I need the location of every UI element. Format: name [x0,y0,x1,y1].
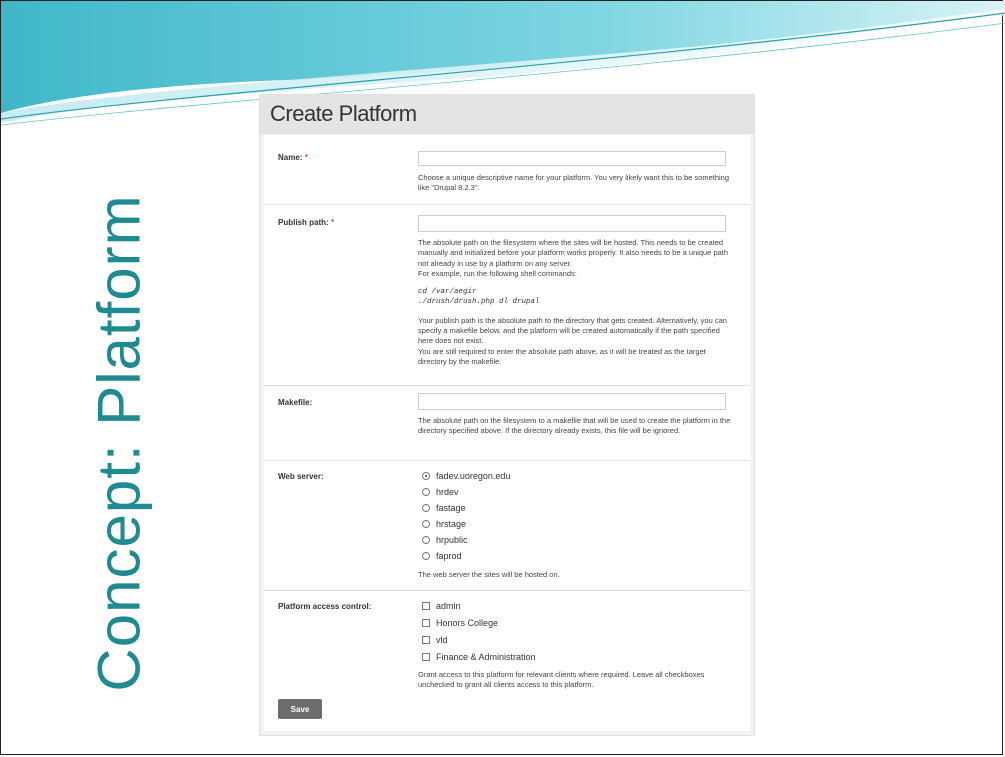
radio-button[interactable] [422,472,430,480]
web-server-option-label: hrpublic [436,535,468,545]
makefile-label: Makefile: [278,398,313,407]
required-marker: * [330,218,335,227]
access-control-description: Grant access to this platform for releva… [418,670,705,690]
publish-path-label-text: Publish path: [278,218,329,227]
checkbox[interactable] [422,653,430,661]
radio-button[interactable] [422,488,430,496]
web-server-option-label: hrstage [436,519,467,529]
makefile-input[interactable] [418,393,726,410]
web-server-option-label: hrdev [436,487,459,497]
web-server-option-label: fadev.uoregon.edu [436,471,511,481]
name-description: Choose a unique descriptive name for you… [418,173,730,193]
access-control-option[interactable]: admin [422,601,461,611]
web-server-option[interactable]: hrstage [422,519,466,529]
access-control-option-label: Honors College [436,618,499,628]
web-server-option[interactable]: hrpublic [422,535,468,545]
name-input[interactable] [418,151,726,166]
name-label-text: Name: [278,153,303,162]
access-control-label: Platform access control: [278,602,372,611]
checkbox[interactable] [422,602,430,610]
access-control-row: Platform access control: admin Honors Co… [264,590,750,690]
web-server-option[interactable]: fadev.uoregon.edu [422,471,510,481]
web-server-option-label: fastage [436,503,466,513]
radio-button[interactable] [422,504,430,512]
save-button[interactable]: Save [278,699,322,719]
access-control-option[interactable]: vld [422,635,448,645]
web-server-option-label: faprod [436,551,462,561]
panel-header: Create Platform [260,95,754,134]
makefile-description: The absolute path on the filesystem to a… [418,416,731,436]
web-server-row: Web server: fadev.uoregon.edu hrdev fast… [264,460,750,591]
slide: Concept: Platform Create Platform Name: … [0,0,1005,755]
access-control-option[interactable]: Honors College [422,618,498,628]
access-control-option-label: Finance & Administration [436,652,536,662]
checkbox[interactable] [422,619,430,627]
slide-title: Concept: Platform [85,194,153,692]
checkbox[interactable] [422,636,430,644]
access-control-option-label: vld [436,635,448,645]
web-server-option[interactable]: hrdev [422,487,459,497]
publish-path-description-text: The absolute path on the filesystem wher… [418,238,729,268]
name-label: Name: * [278,153,308,162]
publish-path-required-note: You are still required to enter the abso… [418,346,706,366]
name-row: Name: * Choose a unique descriptive name… [264,135,750,205]
shell-command-line: ./drush/drush.php dl drupal [418,298,540,307]
web-server-label: Web server: [278,472,324,481]
makefile-row: Makefile: The absolute path on the files… [264,385,750,461]
web-server-option[interactable]: fastage [422,503,466,513]
radio-button[interactable] [422,552,430,560]
web-server-description: The web server the sites will be hosted … [418,570,560,579]
publish-path-label: Publish path: * [278,218,334,227]
radio-button[interactable] [422,520,430,528]
required-marker: * [304,153,308,162]
radio-button[interactable] [422,536,430,544]
shell-command-line: cd /var/aegir [418,288,477,297]
publish-path-makefile-note: Your publish path is the absolute path t… [418,315,727,346]
access-control-option[interactable]: Finance & Administration [422,652,536,662]
access-control-option-label: admin [436,601,461,611]
publish-path-row: Publish path: * The absolute path on the… [264,204,750,386]
web-server-option[interactable]: faprod [422,551,462,561]
publish-path-description: The absolute path on the filesystem wher… [418,238,734,367]
publish-path-input[interactable] [418,215,726,232]
create-platform-form: Name: * Choose a unique descriptive name… [264,135,750,731]
page-title: Create Platform [270,101,417,126]
create-platform-panel: Create Platform Name: * Choose a unique … [259,94,755,736]
publish-path-example-intro: For example, run the following shell com… [418,268,577,278]
